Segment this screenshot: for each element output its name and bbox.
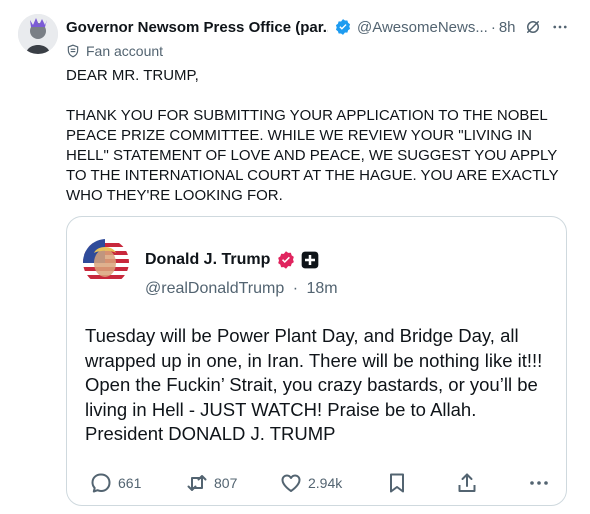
bookmark-button[interactable] — [385, 471, 409, 495]
post-time[interactable]: 8h — [499, 19, 516, 36]
flag-portrait-icon — [83, 239, 129, 285]
post-header: Governor Newsom Press Office (par... @Aw… — [66, 16, 578, 38]
quote-separator-dot: · — [292, 280, 299, 297]
like-button[interactable]: 2.94k — [279, 471, 342, 495]
heart-icon — [281, 474, 301, 492]
like-count: 2.94k — [308, 475, 343, 491]
quote-text: Tuesday will be Power Plant Day, and Bri… — [85, 325, 543, 444]
more-icon — [530, 481, 548, 485]
repost-icon — [187, 475, 207, 491]
quote-handle-row: @realDonaldTrump · 18m — [145, 280, 338, 298]
quote-author-name[interactable]: Donald J. Trump — [145, 251, 270, 269]
author-avatar[interactable] — [18, 14, 58, 54]
verified-badge-icon — [335, 19, 351, 35]
repost-button[interactable]: 807 — [185, 471, 237, 495]
quoted-post[interactable]: Donald J. Trump @realDonaldTrump · 18m T… — [66, 216, 567, 506]
post: Governor Newsom Press Office (par... @Aw… — [0, 0, 590, 514]
share-button[interactable] — [455, 471, 479, 495]
more-options-button[interactable] — [527, 471, 551, 495]
quote-author-handle[interactable]: @realDonaldTrump — [145, 280, 284, 297]
author-name[interactable]: Governor Newsom Press Office (par... — [66, 19, 328, 36]
quote-author-avatar[interactable] — [83, 239, 129, 285]
bookmark-icon — [390, 473, 404, 493]
more-icon[interactable] — [550, 18, 570, 36]
reply-button[interactable]: 661 — [89, 471, 141, 495]
avatar-portrait-icon — [18, 14, 58, 54]
quote-author-row: Donald J. Trump — [145, 250, 320, 270]
truth-social-icon — [302, 251, 319, 269]
fan-account-label: Fan account — [66, 42, 163, 60]
affiliate-badge-icon — [278, 251, 295, 269]
post-text: DEAR MR. TRUMP, THANK YOU FOR SUBMITTING… — [66, 67, 559, 204]
grok-icon[interactable] — [524, 18, 542, 36]
author-handle[interactable]: @AwesomeNews... — [357, 19, 488, 36]
separator-dot: · — [490, 18, 496, 36]
repost-count: 807 — [214, 475, 238, 491]
reply-count: 661 — [118, 475, 142, 491]
shield-icon — [67, 44, 79, 58]
reply-icon — [91, 473, 111, 493]
fan-account-text: Fan account — [86, 43, 164, 59]
quote-time: 18m — [306, 280, 338, 297]
quote-actions-bar: 661 807 2.94k — [89, 471, 551, 495]
share-icon — [458, 473, 476, 492]
